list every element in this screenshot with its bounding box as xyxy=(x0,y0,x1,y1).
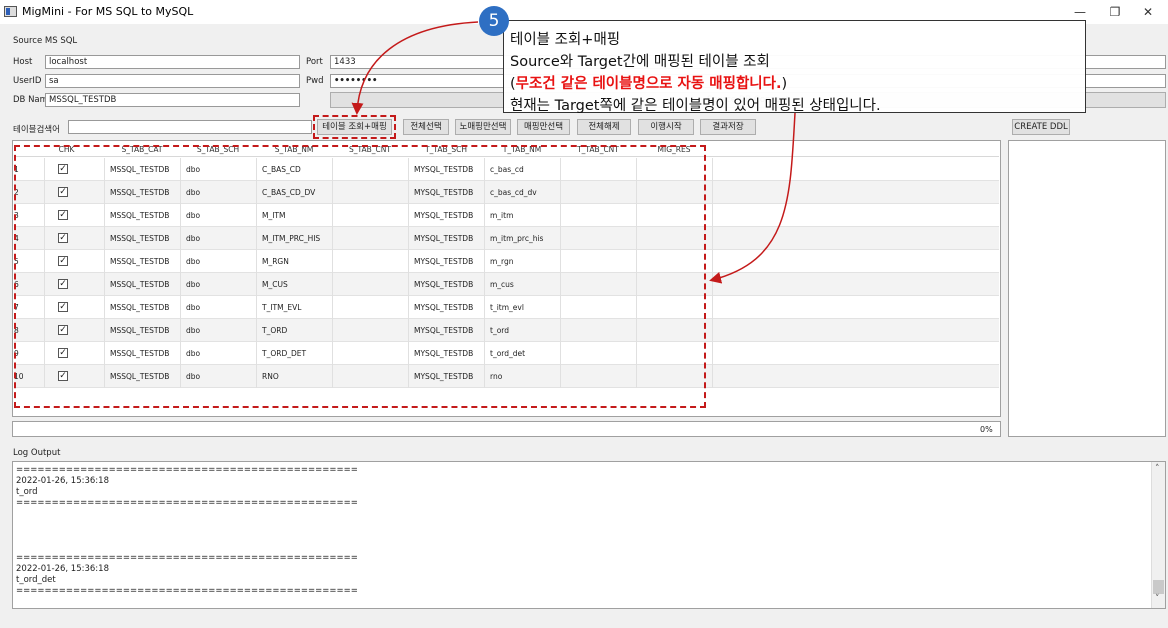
arrow-to-table xyxy=(709,112,796,284)
annotation-line3-red: 무조건 같은 테이블명으로 자동 매핑합니다. xyxy=(515,76,782,92)
annotation-line3: (무조건 같은 테이블명으로 자동 매핑합니다.) xyxy=(510,73,1079,95)
annotation-line1: 테이블 조회+매핑 xyxy=(510,32,621,48)
annotation-line3-close: ) xyxy=(781,76,788,92)
arrow-to-button xyxy=(351,21,479,115)
annotation-line2: Source와 Target간에 매핑된 테이블 조회 xyxy=(510,54,770,70)
annotation-line4: 현재는 Target쪽에 같은 테이블명이 있어 매핑된 상태입니다. xyxy=(510,98,881,114)
annotation-callout: 테이블 조회+매핑 Source와 Target간에 매핑된 테이블 조회 (무… xyxy=(503,20,1086,114)
step-badge: 5 xyxy=(479,6,509,36)
